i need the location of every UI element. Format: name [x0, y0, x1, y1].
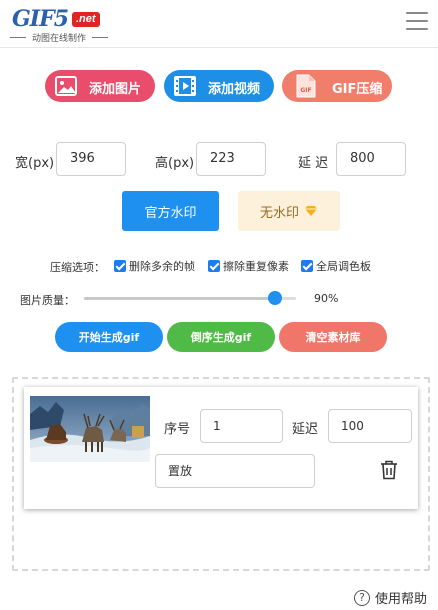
checkbox-erase-pixels[interactable]: 擦除重复像素	[208, 258, 289, 274]
no-watermark-label: 无水印	[259, 205, 299, 221]
clear-materials-label: 清空素材库	[305, 331, 361, 344]
clear-materials-button[interactable]: 清空素材库	[279, 322, 387, 352]
slider-thumb[interactable]	[268, 291, 282, 305]
generate-gif-button[interactable]: 开始生成gif	[55, 322, 163, 352]
header: GIF5 .net 动图在线制作	[0, 0, 438, 48]
logo-badge: .net	[72, 12, 100, 27]
add-image-button[interactable]: 添加图片	[45, 70, 155, 102]
logo-text: GIF5	[12, 6, 69, 32]
checkbox-global-palette[interactable]: 全局调色板	[301, 258, 371, 274]
sequence-label: 序号	[164, 422, 191, 437]
material-thumbnail	[30, 396, 150, 462]
official-watermark-button[interactable]: 官方水印	[122, 191, 219, 231]
material-card: 序号 1 延迟 100 置放	[24, 387, 418, 509]
gif-file-icon: GIF	[296, 74, 316, 98]
checkbox-remove-frames[interactable]: 删除多余的帧	[114, 258, 195, 274]
quality-value: 90%	[314, 292, 339, 305]
question-circle-icon: ?	[354, 589, 370, 606]
checkbox-label: 全局调色板	[316, 260, 371, 273]
sequence-input[interactable]: 1	[200, 409, 283, 443]
quality-label: 图片质量：	[20, 294, 75, 307]
checkbox-checked-icon	[301, 260, 313, 272]
width-label: 宽(px)	[15, 156, 55, 171]
hamburger-menu-icon[interactable]	[406, 12, 428, 32]
quality-slider[interactable]	[84, 290, 296, 306]
no-watermark-button[interactable]: 无水印	[238, 191, 340, 231]
svg-text:GIF: GIF	[300, 87, 311, 94]
trash-icon[interactable]	[380, 460, 398, 480]
slider-fill	[84, 297, 275, 300]
compress-options-label: 压缩选项：	[50, 261, 105, 274]
reverse-generate-gif-button[interactable]: 倒序生成gif	[167, 322, 275, 352]
checkbox-checked-icon	[114, 260, 126, 272]
height-input[interactable]: 223	[196, 142, 266, 176]
add-video-label: 添加视频	[208, 82, 261, 97]
checkbox-label: 删除多余的帧	[129, 260, 195, 273]
help-link[interactable]: ? 使用帮助	[354, 588, 427, 607]
height-label: 高(px)	[155, 156, 195, 171]
frame-delay-input[interactable]: 100	[328, 409, 412, 443]
diamond-icon	[305, 206, 317, 216]
image-icon	[55, 76, 77, 96]
add-image-label: 添加图片	[89, 82, 142, 97]
official-watermark-label: 官方水印	[144, 205, 197, 221]
gif-compress-button[interactable]: GIF GIF压缩	[282, 70, 392, 102]
delay-input[interactable]: 800	[336, 142, 406, 176]
gif-compress-label: GIF压缩	[332, 82, 383, 97]
logo[interactable]: GIF5 .net 动图在线制作	[10, 6, 110, 44]
reverse-generate-gif-label: 倒序生成gif	[190, 331, 252, 344]
width-input[interactable]: 396	[56, 142, 126, 176]
help-label: 使用帮助	[375, 592, 428, 607]
checkbox-label: 擦除重复像素	[223, 260, 289, 273]
position-select[interactable]: 置放	[155, 454, 315, 488]
checkbox-checked-icon	[208, 260, 220, 272]
film-icon	[174, 76, 196, 96]
frame-delay-label: 延迟	[292, 422, 319, 437]
delay-label: 延 迟	[298, 156, 329, 171]
generate-gif-label: 开始生成gif	[78, 331, 140, 344]
logo-subtitle: 动图在线制作	[10, 31, 108, 44]
add-video-button[interactable]: 添加视频	[164, 70, 274, 102]
